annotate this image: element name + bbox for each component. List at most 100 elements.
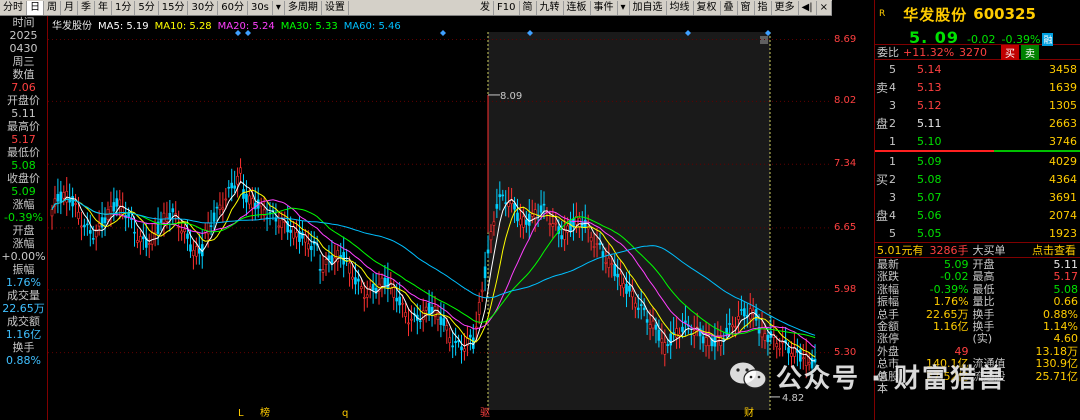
toolbar-tab-0[interactable]: 分时 xyxy=(0,0,27,15)
toolbar-action-6[interactable]: ▾ xyxy=(618,0,630,15)
candle-body xyxy=(351,276,354,280)
info-line: 5.09 xyxy=(11,185,36,198)
toolbar-action-14[interactable]: ◀| xyxy=(799,0,817,15)
toolbar-tab-13[interactable]: 多周期 xyxy=(285,0,322,15)
candle-body xyxy=(339,255,343,258)
bottom-marker: 榜 xyxy=(260,406,270,419)
toolbar-tab-4[interactable]: 季 xyxy=(78,0,95,15)
bid-row: 5 5.05 1923 xyxy=(875,224,1080,242)
ask-price: 5.12 xyxy=(917,98,942,112)
candle-body xyxy=(362,296,366,299)
buy-button[interactable]: 买 xyxy=(1001,44,1019,60)
toolbar-action-8[interactable]: 均线 xyxy=(667,0,694,15)
bid-side-label: 盘 xyxy=(875,208,888,223)
candle-body xyxy=(530,213,534,217)
candle-body xyxy=(442,318,446,326)
quote-value xyxy=(905,333,973,345)
candle-body xyxy=(427,303,431,315)
toolbar-action-5[interactable]: 事件 xyxy=(591,0,618,15)
candle-body xyxy=(109,205,113,214)
sell-button[interactable]: 卖 xyxy=(1021,44,1039,60)
quote-value-2: 5.17 xyxy=(1053,270,1078,284)
toolbar-tab-14[interactable]: 设置 xyxy=(322,0,349,15)
bid-price: 5.05 xyxy=(917,226,942,240)
candle-body xyxy=(595,243,599,245)
view-big-order-link[interactable]: 点击查看 xyxy=(1032,242,1076,258)
ask-row: 5 5.14 3458 xyxy=(875,60,1080,78)
candle-body xyxy=(519,218,522,226)
candle-body xyxy=(613,264,617,277)
candle-body xyxy=(336,250,340,263)
toolbar-tab-8[interactable]: 15分 xyxy=(159,0,189,15)
toolbar-tab-3[interactable]: 月 xyxy=(61,0,78,15)
event-diamond-icon xyxy=(440,30,446,36)
candle-body xyxy=(407,322,410,325)
quote-grid: 最新 5.09 开盘 5.11 涨跌 -0.02 最高 5.17 涨幅 -0.39% 最低 5.08 振… xyxy=(875,258,1080,395)
candle-body xyxy=(354,277,357,285)
big-order-label: 大买单 xyxy=(972,244,1006,257)
candle-body xyxy=(498,194,502,198)
quote-key: 总股本 xyxy=(877,369,899,395)
candle-body xyxy=(807,362,811,365)
candle-body xyxy=(483,266,487,279)
candle-body xyxy=(604,261,608,264)
toolbar-tab-5[interactable]: 年 xyxy=(95,0,112,15)
toolbar-action-4[interactable]: 连板 xyxy=(564,0,591,15)
candle-body xyxy=(86,223,89,226)
candle-body xyxy=(251,198,254,209)
ask-level: 3 xyxy=(889,98,896,112)
candle-body xyxy=(186,233,189,239)
candle-body xyxy=(112,202,116,212)
candle-body xyxy=(522,216,525,228)
toolbar-action-2[interactable]: 简 xyxy=(520,0,537,15)
candle-body xyxy=(651,320,655,329)
quote-row: 涨跌 -0.02 最高 5.17 xyxy=(877,270,1078,284)
toolbar-action-10[interactable]: 叠 xyxy=(721,0,738,15)
candle-body xyxy=(790,353,793,357)
candle-body xyxy=(233,185,236,189)
toolbar-action-0[interactable]: 发 xyxy=(477,0,495,15)
bid-row: 盘 4 5.06 2074 xyxy=(875,206,1080,224)
toolbar-tab-11[interactable]: 30s xyxy=(248,0,273,15)
quote-row: 金额 1.16亿 换手(实) 1.14% xyxy=(877,320,1078,345)
candle-body xyxy=(280,219,284,228)
cursor-info-panel: 时间 2025 0430 周三 数值 7.06 开盘价 5.11 最高价 5.17 最低价 5.08 收… xyxy=(0,16,48,420)
weibi-row: 委比 +11.32% 3270 买 卖 xyxy=(875,44,1080,60)
candle-body xyxy=(424,306,428,311)
toolbar-action-1[interactable]: F10 xyxy=(494,0,520,15)
toolbar-action-15[interactable]: × xyxy=(817,0,832,15)
ask-volume: 1639 xyxy=(1049,80,1077,94)
candle-body xyxy=(516,212,519,222)
toolbar-tab-6[interactable]: 1分 xyxy=(112,0,136,15)
toolbar-action-11[interactable]: 窗 xyxy=(738,0,755,15)
candle-body xyxy=(492,221,496,226)
candle-body xyxy=(701,336,705,344)
quote-value-2: 130.9亿 xyxy=(1035,357,1078,371)
candle-body xyxy=(380,277,384,287)
toolbar-tab-1[interactable]: 日 xyxy=(27,0,44,15)
candle-body xyxy=(71,196,74,207)
toolbar-tab-12[interactable]: ▾ xyxy=(273,0,285,15)
candle-body xyxy=(625,283,628,294)
candle-body xyxy=(654,324,658,330)
info-line: 最低价 xyxy=(7,146,40,159)
margin-tag: 融 xyxy=(1042,33,1054,46)
toolbar-tab-9[interactable]: 30分 xyxy=(188,0,219,15)
candle-body xyxy=(743,308,746,317)
candle-body xyxy=(666,344,670,347)
quote-value: 140.1亿 xyxy=(926,357,969,371)
ask-row: 1 5.10 3746 xyxy=(875,132,1080,150)
candle-body xyxy=(775,343,779,348)
toolbar-tab-7[interactable]: 5分 xyxy=(135,0,159,15)
kline-chart[interactable]: 华发股份 MA5: 5.19 MA10: 5.28 MA20: 5.24 MA30: 5… xyxy=(48,16,832,420)
candle-body xyxy=(477,302,481,315)
toolbar-tab-10[interactable]: 60分 xyxy=(218,0,248,15)
toolbar-action-3[interactable]: 九转 xyxy=(537,0,564,15)
candle-body xyxy=(398,296,401,306)
toolbar-tab-2[interactable]: 周 xyxy=(44,0,61,15)
kline-svg[interactable]: 8.09 4.82 L 榜 q 驱 财 xyxy=(48,16,832,420)
toolbar-action-12[interactable]: 指 xyxy=(755,0,772,15)
toolbar-action-9[interactable]: 复权 xyxy=(694,0,721,15)
toolbar-action-13[interactable]: 更多 xyxy=(772,0,799,15)
toolbar-action-7[interactable]: 加自选 xyxy=(630,0,667,15)
